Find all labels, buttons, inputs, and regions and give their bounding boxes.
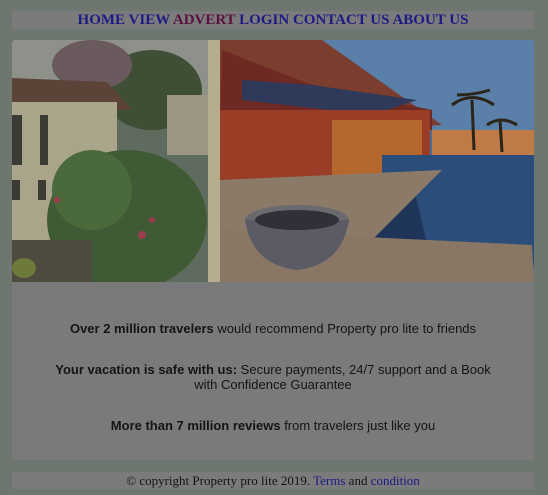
condition-link[interactable]: condition bbox=[371, 473, 420, 488]
nav-advert-link[interactable]: ADVERT bbox=[173, 12, 236, 28]
feature-safe-vacation: Your vacation is safe with us: Secure pa… bbox=[55, 362, 491, 392]
nav-home-link[interactable]: HOME bbox=[78, 12, 126, 28]
main-panel: Over 2 million travelers would recommend… bbox=[12, 40, 534, 460]
page-footer: © copyright Property pro lite 2019. Term… bbox=[12, 472, 534, 489]
hero-image bbox=[12, 40, 534, 282]
nav-login-link[interactable]: LOGIN bbox=[239, 12, 289, 28]
nav-view-link[interactable]: VIEW bbox=[129, 12, 170, 28]
top-navigation: HOME VIEW ADVERT LOGIN CONTACT US ABOUT … bbox=[12, 11, 534, 29]
terms-link[interactable]: Terms bbox=[313, 473, 345, 488]
nav-about-us-link[interactable]: ABOUT US bbox=[392, 12, 468, 28]
copyright-text: © copyright Property pro lite 2019. bbox=[126, 473, 311, 488]
feature-reviews: More than 7 million reviews from travele… bbox=[110, 418, 436, 433]
nav-contact-us-link[interactable]: CONTACT US bbox=[293, 12, 390, 28]
feature-recommend: Over 2 million travelers would recommend… bbox=[69, 321, 477, 336]
footer-and-text: and bbox=[348, 473, 368, 488]
